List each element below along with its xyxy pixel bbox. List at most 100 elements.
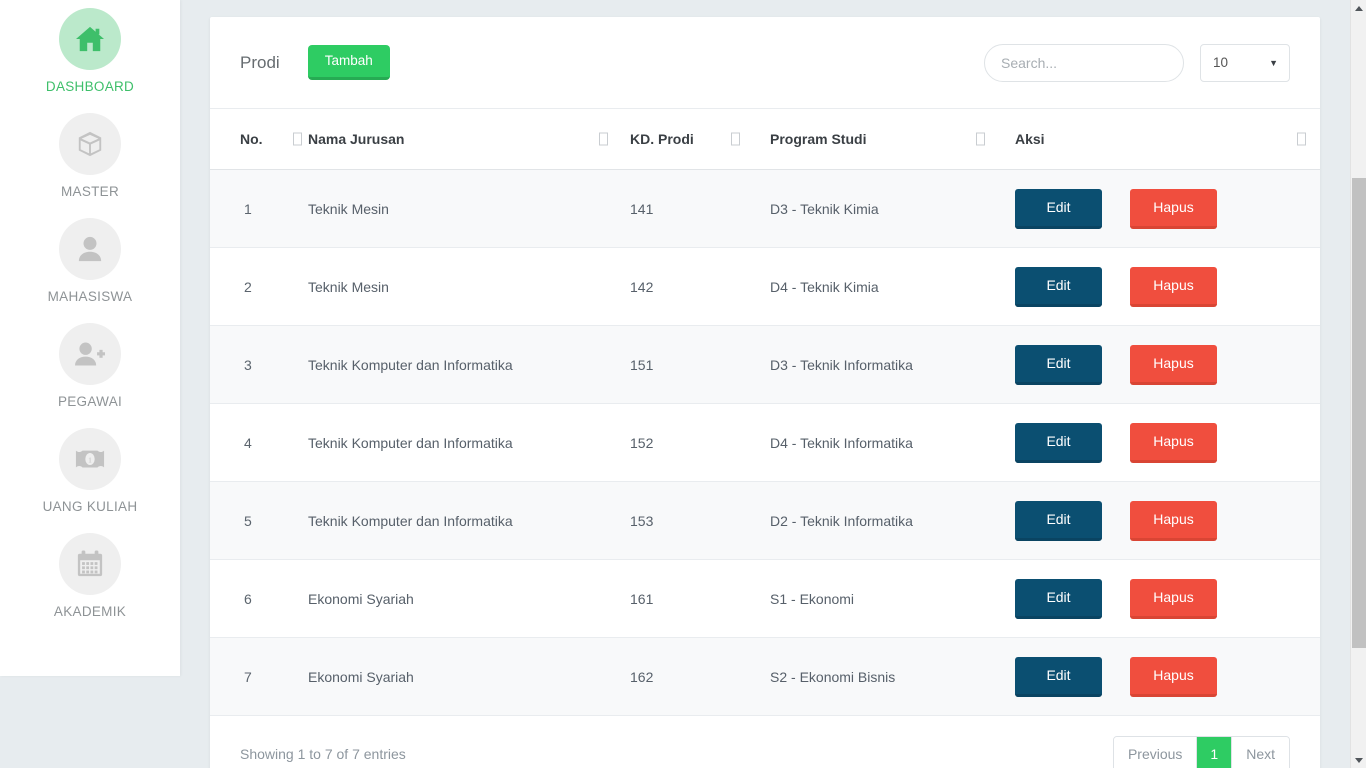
calendar-icon <box>76 550 104 578</box>
sidebar-item-label: MASTER <box>60 184 120 199</box>
pagination-next[interactable]: Next <box>1231 737 1289 768</box>
table-head: No. Nama Jurusan KD. Prodi Program Studi… <box>210 109 1320 170</box>
column-header-kd-prodi[interactable]: KD. Prodi <box>630 109 770 170</box>
cell-aksi: Edit Hapus <box>1015 325 1320 404</box>
column-header-label: No. <box>240 131 263 147</box>
sort-indicator-icon <box>976 132 985 146</box>
sidebar-item-label: UANG KULIAH <box>42 499 138 514</box>
cell-nama-jurusan: Ekonomi Syariah <box>308 637 630 716</box>
pagination-page-1[interactable]: 1 <box>1196 737 1232 768</box>
edit-button[interactable]: Edit <box>1015 500 1102 541</box>
prodi-card: Prodi Tambah 10 ▼ No. Nama Jurus <box>210 17 1320 768</box>
sort-indicator-icon <box>293 132 302 146</box>
chevron-down-icon: ▼ <box>1269 57 1278 68</box>
money-icon: 1 <box>75 448 105 470</box>
sidebar-item-pegawai[interactable]: PEGAWAI <box>0 323 180 409</box>
column-header-label: KD. Prodi <box>630 131 694 147</box>
column-header-aksi[interactable]: Aksi <box>1015 109 1320 170</box>
cell-no: 2 <box>210 247 308 326</box>
sidebar: DASHBOARD MASTER MAHASISWA PEGAWAI 1 UAN… <box>0 0 180 676</box>
cell-kd-prodi: 152 <box>630 403 770 482</box>
cell-program-studi: S1 - Ekonomi <box>770 559 1015 638</box>
table-row: 3 Teknik Komputer dan Informatika 151 D3 - … <box>210 325 1320 404</box>
add-button[interactable]: Tambah <box>307 45 390 80</box>
cell-no: 5 <box>210 481 308 560</box>
edit-button[interactable]: Edit <box>1015 578 1102 619</box>
cell-program-studi: D4 - Teknik Kimia <box>770 247 1015 326</box>
user-add-icon <box>75 340 105 368</box>
sidebar-icon-circle-akademik <box>59 533 121 595</box>
search-input[interactable] <box>984 43 1184 82</box>
sort-indicator-icon <box>1297 132 1306 146</box>
edit-button[interactable]: Edit <box>1015 266 1102 307</box>
user-icon <box>77 235 103 263</box>
column-header-label: Nama Jurusan <box>308 131 405 147</box>
table-row: 6 Ekonomi Syariah 161 S1 - Ekonomi Edit Hapus <box>210 559 1320 638</box>
page-scrollbar[interactable] <box>1350 0 1366 768</box>
table-row: 7 Ekonomi Syariah 162 S2 - Ekonomi Bisnis Ed… <box>210 637 1320 716</box>
column-header-program-studi[interactable]: Program Studi <box>770 109 1015 170</box>
cell-no: 7 <box>210 637 308 716</box>
cell-no: 3 <box>210 325 308 404</box>
cell-aksi: Edit Hapus <box>1015 559 1320 638</box>
cell-nama-jurusan: Teknik Komputer dan Informatika <box>308 481 630 560</box>
cell-nama-jurusan: Teknik Komputer dan Informatika <box>308 325 630 404</box>
cell-nama-jurusan: Teknik Mesin <box>308 169 630 248</box>
pagination: Previous 1 Next <box>1112 736 1290 768</box>
edit-button[interactable]: Edit <box>1015 422 1102 463</box>
column-header-label: Program Studi <box>770 131 867 147</box>
cell-program-studi: S2 - Ekonomi Bisnis <box>770 637 1015 716</box>
cell-program-studi: D3 - Teknik Kimia <box>770 169 1015 248</box>
cell-aksi: Edit Hapus <box>1015 247 1320 326</box>
sidebar-item-label: AKADEMIK <box>53 604 127 619</box>
sidebar-item-label: DASHBOARD <box>45 79 135 94</box>
cell-aksi: Edit Hapus <box>1015 481 1320 560</box>
cell-no: 1 <box>210 169 308 248</box>
cell-kd-prodi: 153 <box>630 481 770 560</box>
delete-button[interactable]: Hapus <box>1130 344 1217 385</box>
cube-icon <box>76 130 104 158</box>
home-icon <box>75 25 105 53</box>
column-header-nama-jurusan[interactable]: Nama Jurusan <box>308 109 630 170</box>
delete-button[interactable]: Hapus <box>1130 188 1217 229</box>
table-header-row: No. Nama Jurusan KD. Prodi Program Studi… <box>210 109 1320 170</box>
table-row: 4 Teknik Komputer dan Informatika 152 D4 - … <box>210 403 1320 482</box>
sidebar-item-uang-kuliah[interactable]: 1 UANG KULIAH <box>0 428 180 514</box>
sort-indicator-icon <box>599 132 608 146</box>
sidebar-icon-circle-pegawai <box>59 323 121 385</box>
cell-kd-prodi: 141 <box>630 169 770 248</box>
delete-button[interactable]: Hapus <box>1130 422 1217 463</box>
scroll-up-arrow-icon[interactable] <box>1351 0 1366 16</box>
delete-button[interactable]: Hapus <box>1130 578 1217 619</box>
scrollbar-thumb[interactable] <box>1352 178 1366 648</box>
cell-aksi: Edit Hapus <box>1015 637 1320 716</box>
sort-indicator-icon <box>731 132 740 146</box>
scroll-down-arrow-icon[interactable] <box>1351 752 1366 768</box>
page-length-select[interactable]: 10 ▼ <box>1200 43 1290 82</box>
prodi-table: No. Nama Jurusan KD. Prodi Program Studi… <box>210 109 1320 716</box>
table-row: 1 Teknik Mesin 141 D3 - Teknik Kimia Edit Hap… <box>210 169 1320 248</box>
edit-button[interactable]: Edit <box>1015 344 1102 385</box>
cell-aksi: Edit Hapus <box>1015 169 1320 248</box>
sidebar-item-mahasiswa[interactable]: MAHASISWA <box>0 218 180 304</box>
edit-button[interactable]: Edit <box>1015 188 1102 229</box>
table-controls: 10 ▼ <box>984 43 1290 82</box>
table-row: 5 Teknik Komputer dan Informatika 153 D2 - … <box>210 481 1320 560</box>
card-footer: Showing 1 to 7 of 7 entries Previous 1 N… <box>210 716 1320 768</box>
column-header-no[interactable]: No. <box>210 109 308 170</box>
page-length-select-wrapper: 10 ▼ <box>1200 43 1290 82</box>
sidebar-item-akademik[interactable]: AKADEMIK <box>0 533 180 619</box>
delete-button[interactable]: Hapus <box>1130 656 1217 697</box>
sidebar-item-master[interactable]: MASTER <box>0 113 180 199</box>
delete-button[interactable]: Hapus <box>1130 500 1217 541</box>
sidebar-item-dashboard[interactable]: DASHBOARD <box>0 8 180 94</box>
pagination-previous[interactable]: Previous <box>1113 737 1197 768</box>
delete-button[interactable]: Hapus <box>1130 266 1217 307</box>
edit-button[interactable]: Edit <box>1015 656 1102 697</box>
sidebar-icon-circle-uang-kuliah: 1 <box>59 428 121 490</box>
cell-program-studi: D4 - Teknik Informatika <box>770 403 1015 482</box>
cell-kd-prodi: 142 <box>630 247 770 326</box>
cell-no: 4 <box>210 403 308 482</box>
entries-info: Showing 1 to 7 of 7 entries <box>240 746 406 762</box>
cell-program-studi: D3 - Teknik Informatika <box>770 325 1015 404</box>
